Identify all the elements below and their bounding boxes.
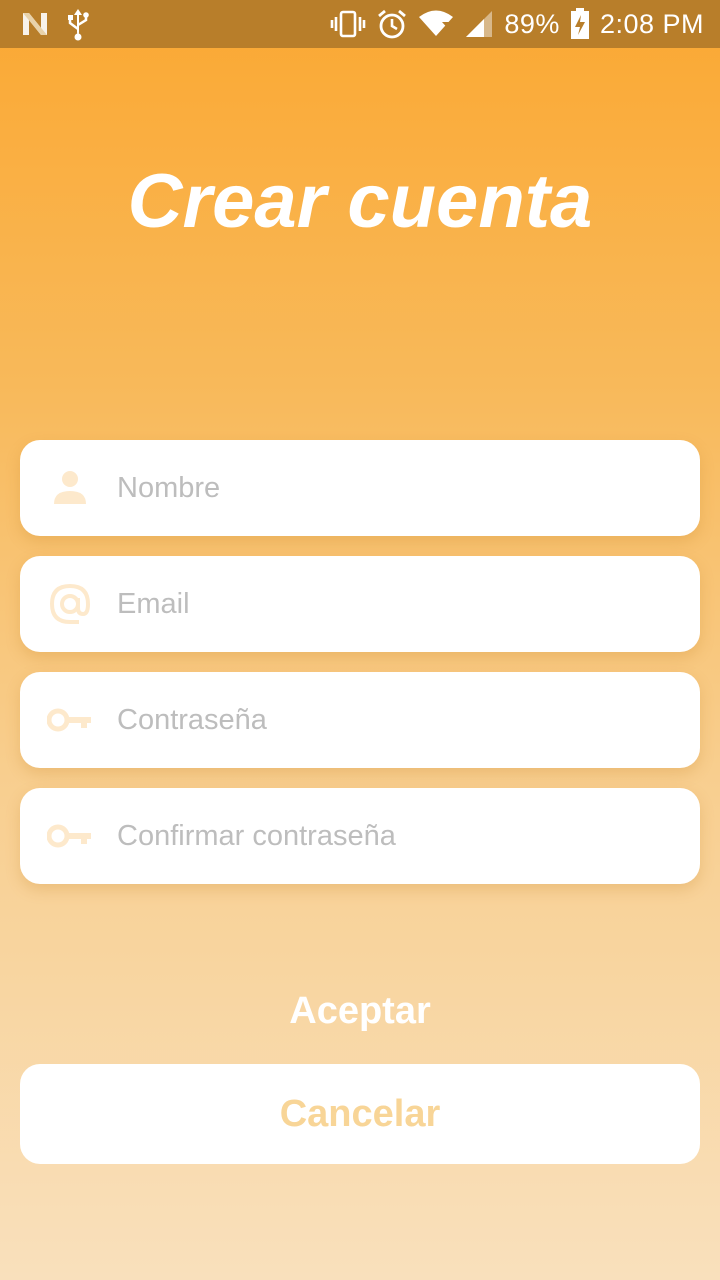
page-title: Crear cuenta <box>127 159 593 244</box>
accept-button[interactable]: Aceptar <box>0 990 720 1033</box>
cancel-button[interactable]: Cancelar <box>20 1064 700 1164</box>
password-placeholder: Contraseña <box>117 703 267 736</box>
battery-charging-icon <box>570 8 590 40</box>
name-field[interactable]: Nombre <box>20 440 700 536</box>
signal-icon <box>464 9 494 39</box>
status-bar: 89% 2:08 PM <box>0 0 720 48</box>
alarm-icon <box>376 8 408 40</box>
status-left <box>20 7 90 41</box>
battery-percent: 89% <box>504 8 560 39</box>
n-notification-icon <box>20 11 50 37</box>
confirm-password-placeholder: Confirmar contraseña <box>117 819 396 852</box>
vibrate-icon <box>330 9 366 39</box>
clock: 2:08 PM <box>599 8 704 39</box>
confirm-password-field[interactable]: Confirmar contraseña <box>20 788 700 884</box>
name-placeholder: Nombre <box>117 471 221 504</box>
status-right: 89% 2:08 PM <box>330 8 704 40</box>
usb-icon <box>66 7 90 41</box>
key-icon <box>46 812 94 860</box>
person-icon <box>46 464 94 512</box>
email-field[interactable]: Email <box>20 556 700 652</box>
wifi-icon <box>418 10 454 38</box>
key-icon <box>46 696 94 744</box>
at-icon <box>46 580 94 628</box>
password-field[interactable]: Contraseña <box>20 672 700 768</box>
email-placeholder: Email <box>117 587 190 620</box>
